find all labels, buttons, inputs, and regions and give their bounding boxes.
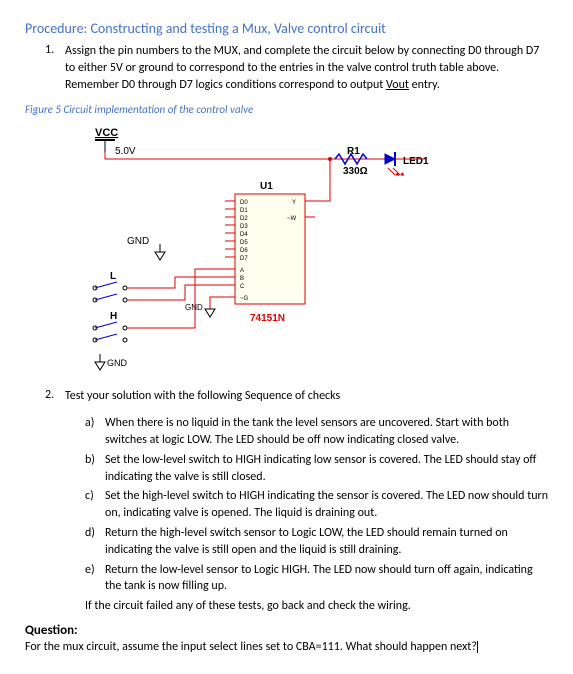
check-c-letter: c) <box>85 488 105 522</box>
check-c-text: Set the high-level switch to HIGH indica… <box>105 488 548 522</box>
closing-line: If the circuit failed any of these tests… <box>85 599 548 613</box>
d7-pin: D7 <box>240 256 248 262</box>
check-e: e) Return the low-level sensor to Logic … <box>85 562 548 596</box>
led1-label: LED1 <box>403 156 429 167</box>
check-d-letter: d) <box>85 525 105 559</box>
question-heading: Question: <box>25 623 548 638</box>
step-1-text: Assign the pin numbers to the MUX, and c… <box>65 43 548 93</box>
check-a: a) When there is no liquid in the tank t… <box>85 415 548 449</box>
w-pin: ~W <box>287 216 297 222</box>
check-b-letter: b) <box>85 452 105 486</box>
check-b-text: Set the low-level switch to HIGH indicat… <box>105 452 548 486</box>
gnd3-label: GND <box>107 358 128 368</box>
page-title: Procedure: Constructing and testing a Mu… <box>25 20 548 37</box>
step-1-number: 1. <box>45 43 65 93</box>
part-label: 74151N <box>250 313 285 324</box>
gnd1-label: GND <box>127 236 149 247</box>
d4-pin: D4 <box>240 232 248 238</box>
text-cursor <box>477 641 478 653</box>
circuit-diagram: VCC 5.0V GND L H GND U1 74151N D0 D1 D2 … <box>55 124 548 378</box>
procedure-step-1: 1. Assign the pin numbers to the MUX, an… <box>45 43 548 93</box>
volt-label: 5.0V <box>115 146 136 157</box>
d2-pin: D2 <box>240 216 248 222</box>
check-a-text: When there is no liquid in the tank the … <box>105 415 548 449</box>
L-label: L <box>110 271 116 282</box>
r1-label: R1 <box>347 146 360 157</box>
a-pin: A <box>240 268 244 274</box>
d1-pin: D1 <box>240 208 248 214</box>
d3-pin: D3 <box>240 224 248 230</box>
check-e-text: Return the low-level sensor to Logic HIG… <box>105 562 548 596</box>
d0-pin: D0 <box>240 200 248 206</box>
figure-caption: Figure 5 Circuit implementation of the c… <box>25 103 548 116</box>
gnd2-label: GND <box>185 303 203 312</box>
step-1-text-a: Assign the pin numbers to the MUX, and c… <box>65 44 539 92</box>
g-pin: ~G <box>240 296 249 302</box>
check-list: a) When there is no liquid in the tank t… <box>85 415 548 595</box>
vout-label: Vout <box>386 78 409 92</box>
rval-label: 330Ω <box>343 166 368 177</box>
U1-label: U1 <box>260 181 273 192</box>
step-2-number: 2. <box>45 388 65 405</box>
c-pin: C <box>240 284 245 290</box>
procedure-step-2: 2. Test your solution with the following… <box>45 388 548 405</box>
question-text: For the mux circuit, assume the input se… <box>25 640 477 654</box>
d5-pin: D5 <box>240 240 248 246</box>
check-a-letter: a) <box>85 415 105 449</box>
d6-pin: D6 <box>240 248 248 254</box>
H-label: H <box>110 311 117 322</box>
step-1-text-b: entry. <box>409 78 440 92</box>
check-e-letter: e) <box>85 562 105 596</box>
check-c: c) Set the high-level switch to HIGH ind… <box>85 488 548 522</box>
y-pin: Y <box>292 200 296 206</box>
b-pin: B <box>240 276 244 282</box>
check-b: b) Set the low-level switch to HIGH indi… <box>85 452 548 486</box>
check-d: d) Return the high-level switch sensor t… <box>85 525 548 559</box>
check-d-text: Return the high-level switch sensor to L… <box>105 525 548 559</box>
step-2-text: Test your solution with the following Se… <box>65 388 340 405</box>
vcc-label: VCC <box>95 127 118 139</box>
